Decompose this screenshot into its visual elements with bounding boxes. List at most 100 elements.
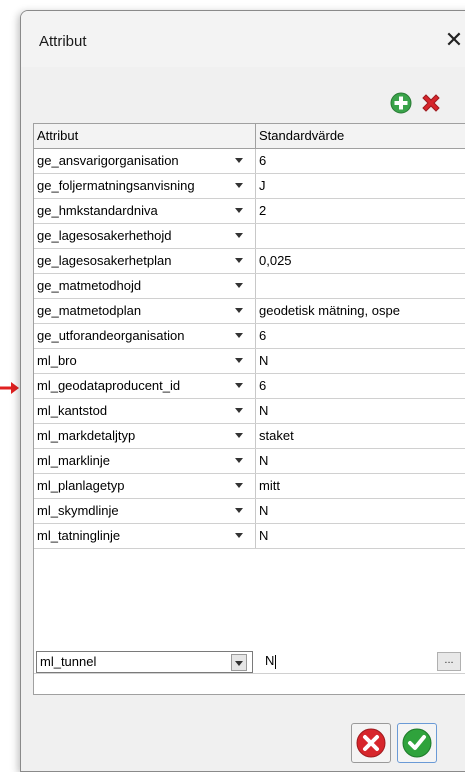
ellipsis-button[interactable]: ... — [437, 652, 461, 671]
chevron-down-icon[interactable] — [235, 233, 243, 238]
attribute-cell[interactable]: ge_utforandeorganisation — [34, 324, 256, 348]
value-cell[interactable]: 6 — [256, 324, 465, 348]
chevron-down-icon[interactable] — [235, 183, 243, 188]
value-input-text: N — [265, 653, 275, 668]
delete-x-icon[interactable] — [419, 91, 443, 115]
attribute-cell[interactable]: ge_lagesosakerhetplan — [34, 249, 256, 273]
table-row[interactable]: ge_utforandeorganisation 6 — [34, 324, 465, 349]
attribute-cell[interactable]: ml_tatninglinje — [34, 524, 256, 548]
table-row[interactable]: ml_markdetaljtyp staket — [34, 424, 465, 449]
chevron-down-icon[interactable] — [235, 283, 243, 288]
dialog-title: Attribut — [39, 33, 87, 50]
attribute-cell[interactable]: ml_planlagetyp — [34, 474, 256, 498]
value-text: N — [259, 503, 269, 518]
attribute-cell[interactable]: ml_geodataproducent_id — [34, 374, 256, 398]
value-cell[interactable]: 6 — [256, 149, 465, 173]
attribute-name: ge_lagesosakerhethojd — [37, 228, 172, 243]
chevron-down-icon[interactable] — [235, 258, 243, 263]
attribute-cell[interactable]: ge_hmkstandardniva — [34, 199, 256, 223]
chevron-down-icon — [235, 661, 243, 666]
combobox-dropdown-button[interactable] — [231, 654, 247, 671]
attribute-name: ml_markdetaljtyp — [37, 428, 136, 443]
attribute-name: ml_skymdlinje — [37, 503, 119, 518]
toolbar — [21, 71, 465, 129]
value-text: N — [259, 403, 269, 418]
value-cell[interactable]: staket — [256, 424, 465, 448]
value-text: 6 — [259, 153, 267, 168]
chevron-down-icon[interactable] — [235, 508, 243, 513]
value-cell[interactable]: N — [256, 399, 465, 423]
value-text: 2 — [259, 203, 267, 218]
add-circle-icon[interactable] — [389, 91, 413, 115]
value-cell[interactable]: N — [256, 499, 465, 523]
table-row[interactable]: ml_geodataproducent_id 6 — [34, 374, 465, 399]
chevron-down-icon[interactable] — [235, 483, 243, 488]
attribute-name: ge_utforandeorganisation — [37, 328, 185, 343]
table-row[interactable]: ge_matmetodplan geodetisk mätning, ospe — [34, 299, 465, 324]
cancel-button[interactable] — [351, 723, 391, 763]
table-row[interactable]: ge_lagesosakerhetplan 0,025 — [34, 249, 465, 274]
attribute-cell[interactable]: ge_matmetodplan — [34, 299, 256, 323]
table-row-editing[interactable]: ml_tunnel N ... — [34, 649, 465, 674]
value-cell[interactable]: mitt — [256, 474, 465, 498]
chevron-down-icon[interactable] — [235, 408, 243, 413]
attribute-cell[interactable]: ge_lagesosakerhethojd — [34, 224, 256, 248]
chevron-down-icon[interactable] — [235, 458, 243, 463]
table-row[interactable]: ge_hmkstandardniva 2 — [34, 199, 465, 224]
value-cell[interactable] — [256, 274, 465, 298]
value-cell[interactable]: 0,025 — [256, 249, 465, 273]
attribute-name: ge_hmkstandardniva — [37, 203, 158, 218]
chevron-down-icon[interactable] — [235, 383, 243, 388]
value-cell[interactable]: 2 — [256, 199, 465, 223]
chevron-down-icon[interactable] — [235, 433, 243, 438]
value-text: N — [259, 453, 269, 468]
table-row[interactable]: ge_ansvarigorganisation 6 — [34, 149, 465, 174]
attribute-name: ge_lagesosakerhetplan — [37, 253, 172, 268]
attribute-name: ge_ansvarigorganisation — [37, 153, 179, 168]
table-row[interactable]: ge_foljermatningsanvisning J — [34, 174, 465, 199]
chevron-down-icon[interactable] — [235, 208, 243, 213]
value-cell[interactable]: N — [256, 349, 465, 373]
cancel-circle-icon — [356, 728, 386, 758]
chevron-down-icon[interactable] — [235, 533, 243, 538]
attribute-cell[interactable]: ml_skymdlinje — [34, 499, 256, 523]
value-text: 6 — [259, 378, 267, 393]
attribute-cell[interactable]: ml_markdetaljtyp — [34, 424, 256, 448]
table-row[interactable]: ml_kantstod N — [34, 399, 465, 424]
attribute-cell[interactable]: ml_kantstod — [34, 399, 256, 423]
attribute-cell[interactable]: ge_matmetodhojd — [34, 274, 256, 298]
value-cell[interactable]: N — [256, 449, 465, 473]
chevron-down-icon[interactable] — [235, 358, 243, 363]
attribute-dialog: Attribut ✕ Attribut Standardvärde ge_ans… — [20, 10, 465, 772]
table-row[interactable]: ml_planlagetyp mitt — [34, 474, 465, 499]
table-row[interactable]: ml_tatninglinje N — [34, 524, 465, 549]
table-row[interactable]: ge_matmetodhojd — [34, 274, 465, 299]
chevron-down-icon[interactable] — [235, 308, 243, 313]
table-row[interactable]: ml_skymdlinje N — [34, 499, 465, 524]
attribute-cell[interactable]: ge_foljermatningsanvisning — [34, 174, 256, 198]
chevron-down-icon[interactable] — [235, 158, 243, 163]
attribute-combobox[interactable]: ml_tunnel — [36, 651, 253, 673]
column-header-standardvarde[interactable]: Standardvärde — [256, 124, 465, 148]
table-row[interactable]: ge_lagesosakerhethojd — [34, 224, 465, 249]
value-cell[interactable]: 6 — [256, 374, 465, 398]
attribute-name: ml_bro — [37, 353, 77, 368]
close-icon[interactable]: ✕ — [441, 27, 465, 53]
column-header-attribut[interactable]: Attribut — [34, 124, 256, 148]
value-cell[interactable]: geodetisk mätning, ospe — [256, 299, 465, 323]
table-row[interactable]: ml_bro N — [34, 349, 465, 374]
ok-button[interactable] — [397, 723, 437, 763]
attribute-name: ml_planlagetyp — [37, 478, 125, 493]
value-cell[interactable]: J — [256, 174, 465, 198]
table-row[interactable]: ml_marklinje N — [34, 449, 465, 474]
attribute-name: ml_tatninglinje — [37, 528, 121, 543]
attribute-cell[interactable]: ml_marklinje — [34, 449, 256, 473]
attribute-name: ml_kantstod — [37, 403, 108, 418]
value-text: N — [259, 353, 269, 368]
value-input[interactable]: N — [256, 649, 465, 673]
chevron-down-icon[interactable] — [235, 333, 243, 338]
value-cell[interactable] — [256, 224, 465, 248]
value-cell[interactable]: N — [256, 524, 465, 548]
attribute-cell[interactable]: ge_ansvarigorganisation — [34, 149, 256, 173]
attribute-cell[interactable]: ml_bro — [34, 349, 256, 373]
